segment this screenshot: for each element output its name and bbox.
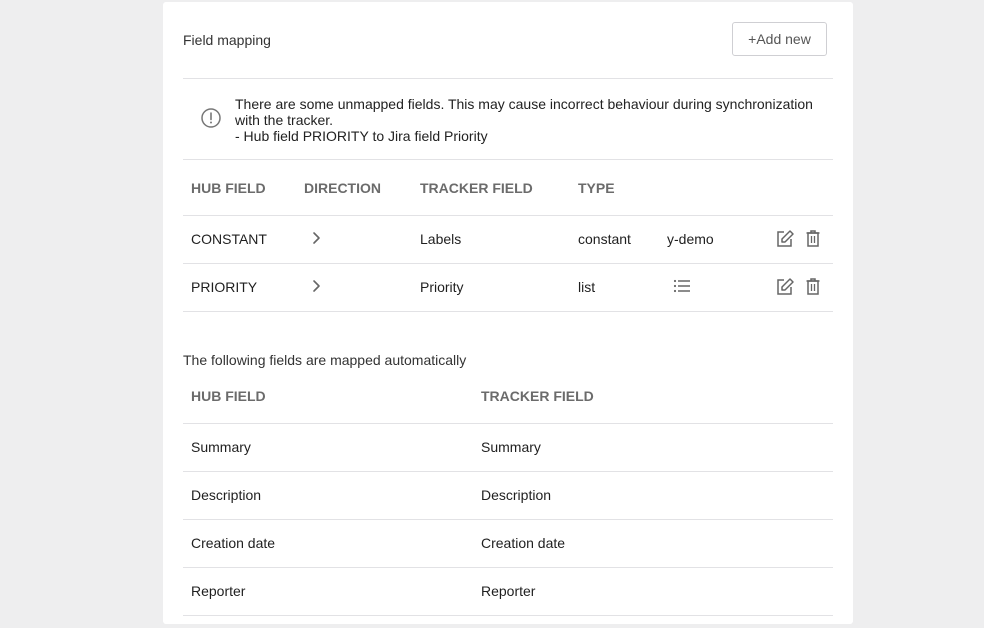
hub-field-cell: CONSTANT — [191, 231, 267, 247]
tracker-field-cell: Creation date — [481, 535, 566, 551]
hub-field-cell: Reporter — [191, 583, 246, 599]
chevron-right-icon — [313, 280, 320, 292]
divider — [183, 215, 833, 216]
column-header-tracker-field: TRACKER FIELD — [481, 388, 594, 404]
exclamation-circle-icon — [201, 108, 221, 128]
divider — [183, 615, 833, 616]
trash-icon[interactable] — [803, 276, 823, 296]
tracker-field-cell: Description — [481, 487, 552, 503]
tracker-field-cell: Reporter — [481, 583, 536, 599]
warning-unmapped-item: - Hub field PRIORITY to Jira field Prior… — [235, 128, 488, 144]
field-mapping-title: Field mapping — [183, 32, 271, 48]
divider — [183, 423, 833, 424]
warning-text: There are some unmapped fields. This may… — [235, 96, 825, 144]
column-header-direction: DIRECTION — [304, 180, 381, 196]
column-header-hub-field: HUB FIELD — [191, 388, 266, 404]
edit-icon[interactable] — [775, 228, 795, 248]
tracker-field-cell: Priority — [420, 279, 464, 295]
list-icon[interactable] — [672, 276, 692, 296]
trash-icon[interactable] — [803, 228, 823, 248]
type-cell: constant — [578, 231, 631, 247]
tracker-field-cell: Labels — [420, 231, 462, 247]
type-cell: list — [578, 279, 596, 295]
divider — [183, 311, 833, 312]
column-header-hub-field: HUB FIELD — [191, 180, 266, 196]
field-mapping-panel: Field mapping +Add new There are some un… — [163, 2, 853, 624]
column-header-tracker-field: TRACKER FIELD — [420, 180, 533, 196]
auto-mapped-title: The following fields are mapped automati… — [183, 352, 467, 368]
edit-icon[interactable] — [775, 276, 795, 296]
column-header-type: TYPE — [578, 180, 615, 196]
hub-field-cell: Description — [191, 487, 262, 503]
divider — [183, 263, 833, 264]
divider — [183, 471, 833, 472]
tracker-field-cell: Summary — [481, 439, 541, 455]
chevron-right-icon — [313, 232, 320, 244]
divider — [183, 159, 833, 160]
warning-message: There are some unmapped fields. This may… — [235, 96, 813, 128]
hub-field-cell: PRIORITY — [191, 279, 258, 295]
divider — [183, 519, 833, 520]
constant-value-cell: y-demo — [667, 231, 714, 247]
hub-field-cell: Summary — [191, 439, 251, 455]
divider — [183, 567, 833, 568]
add-new-button[interactable]: +Add new — [732, 22, 827, 56]
unmapped-fields-warning: There are some unmapped fields. This may… — [183, 79, 833, 159]
hub-field-cell: Creation date — [191, 535, 276, 551]
